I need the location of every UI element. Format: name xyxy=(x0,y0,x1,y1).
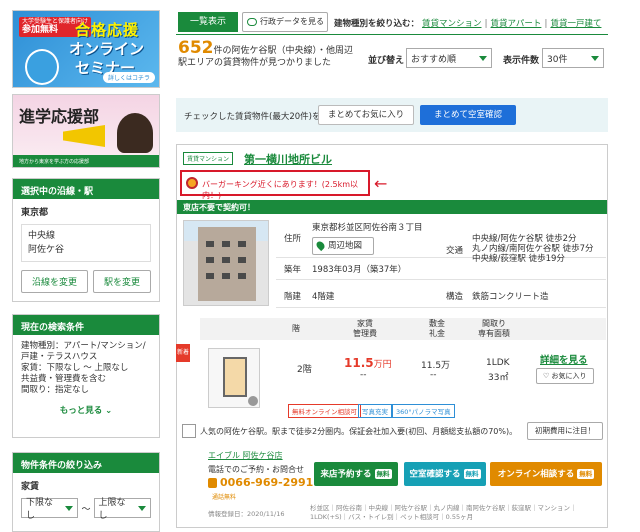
unit-layout: 1LDK xyxy=(486,358,510,368)
banner-line2: オンライン xyxy=(69,40,145,58)
detail-link[interactable]: 詳細を見る xyxy=(540,352,588,366)
heart-icon: ♡ xyxy=(543,372,550,380)
show-more-button[interactable]: もっと見る ⌄ xyxy=(21,406,151,417)
online-seminar-banner[interactable]: 大学受験生と保護者向け 参加無料 合格応援 オンライン セミナー 詳しくはコチラ xyxy=(12,10,160,88)
unit-area: 33㎡ xyxy=(488,373,509,383)
sort-select[interactable]: おすすめ順 xyxy=(406,48,492,68)
property-checkbox[interactable] xyxy=(182,424,196,438)
zoom-icon xyxy=(248,396,258,406)
result-count: 652件の阿佐ケ谷駅（中央線）・他周辺駅エリアの賃貸物件が見つかりました xyxy=(178,38,354,69)
filter-apartment-link[interactable]: 賃貸アパート xyxy=(491,19,542,29)
shingaku-banner[interactable]: 進学応援部 地方から東京を学ぶ方の応援部 xyxy=(12,94,160,168)
per-page-label: 表示件数 xyxy=(503,56,540,66)
map-button[interactable]: 周辺地図 xyxy=(312,237,374,255)
mascot-image xyxy=(25,49,59,85)
bulk-vacancy-button[interactable]: まとめて空室確認 xyxy=(420,105,516,125)
chip-panorama: 360°パノラマ写真 xyxy=(392,404,455,418)
box-header: 物件条件の絞り込み xyxy=(13,453,159,473)
pref-label: 東京都 xyxy=(21,208,49,218)
chip-online: 無料オンライン相談可 xyxy=(288,404,361,418)
dropdown-icon xyxy=(591,55,599,61)
rent-max-select[interactable]: 上限なし xyxy=(93,498,151,521)
condition-fee: 共益費・管理費を含む xyxy=(21,374,107,384)
box-header: 選択中の沿線・駅 xyxy=(13,179,159,199)
left-arrow-icon: ← xyxy=(374,174,388,193)
filter-house-link[interactable]: 賃貸一戸建て xyxy=(550,19,601,29)
structure: 鉄筋コンクリート造 xyxy=(472,292,549,302)
burger-king-icon xyxy=(186,177,198,189)
dropdown-icon xyxy=(137,505,146,511)
filter-mansion-link[interactable]: 賃貸マンション xyxy=(422,19,482,29)
unit-table-header: 階 家賃 管理費 敷金 礼金 間取り 専有面積 xyxy=(200,318,606,340)
phone-free-note: 通話無料 xyxy=(212,494,237,501)
unit-floor: 2階 xyxy=(297,365,312,375)
tilde: ～ xyxy=(81,504,91,515)
agent-link[interactable]: エイブル 阿佐ケ谷店 xyxy=(208,450,283,461)
bulk-label: チェックした賃貸物件(最大20件)を xyxy=(184,112,321,122)
info-date: 情報登録日：2020/11/16 xyxy=(208,510,285,518)
burger-notice: バーガーキング近くにあります！(2.5km以内！) xyxy=(180,170,370,200)
dropdown-icon xyxy=(65,505,74,511)
tab-gov-data[interactable]: 行政データを見る xyxy=(242,12,328,32)
line-item: 中央線 xyxy=(28,231,56,241)
bulk-favorite-button[interactable]: まとめてお気に入り xyxy=(318,105,414,125)
type-filter: 建物種別を絞り込む： 賃貸マンション | 賃貸アパート | 賃貸一戸建て xyxy=(334,19,602,29)
rent-min-select[interactable]: 下限なし xyxy=(21,498,79,521)
current-conditions-box: 現在の検索条件 建物種別：アパート/マンション/戸建・テラスハウス 家賃：下限な… xyxy=(12,314,160,438)
feature-tags: 杉並区｜阿佐谷南｜中央線｜阿佐ケ谷駅｜丸ノ内線｜南阿佐ケ谷駅｜荻窪駅｜マンション… xyxy=(310,504,577,521)
unit-rent: 11.5万円 xyxy=(344,356,392,370)
chevron-down-icon: ⌄ xyxy=(105,406,113,416)
initial-cost-button[interactable]: 初期費用に注目！ xyxy=(527,422,603,440)
floorplan-image[interactable] xyxy=(208,348,260,408)
address: 東京都杉並区阿佐谷南３丁目 xyxy=(312,223,423,233)
online-consult-button[interactable]: オンライン相談する 無料 xyxy=(490,462,602,486)
station-item: 阿佐ケ谷 xyxy=(28,245,65,255)
banner-caption: 地方から東京を学ぶ方の応援部 xyxy=(13,155,159,167)
banner-details-button[interactable]: 詳しくはコチラ xyxy=(102,72,155,83)
change-station-button[interactable]: 駅を変更 xyxy=(92,270,151,293)
dropdown-icon xyxy=(479,55,487,61)
built-year: 1983年03月（築37年） xyxy=(312,265,407,275)
condition-layout: 間取り：指定なし xyxy=(21,385,90,395)
sort-label: 並び替え xyxy=(368,56,405,66)
property-name-link[interactable]: 第一横川地所ビル xyxy=(244,151,332,167)
vacancy-check-button[interactable]: 空室確認する 無料 xyxy=(404,462,486,486)
banner-line1: 合格応援 xyxy=(75,21,140,39)
chat-icon xyxy=(247,17,257,26)
new-badge: 新着 xyxy=(176,344,190,362)
condition-rent: 家賃：下限なし ～ 上限なし xyxy=(21,363,129,373)
bulk-action-bar: チェックした賃貸物件(最大20件)を まとめてお気に入り まとめて空室確認 xyxy=(176,98,608,132)
condition-type: 建物種別：アパート/マンション/戸建・テラスハウス xyxy=(21,341,146,362)
megaphone-icon xyxy=(63,125,105,147)
phone-icon xyxy=(208,478,217,488)
property-note: 人気の阿佐ケ谷駅。駅まで徒歩2分圏内。保証会社加入要(初回、月額総支払額の70%… xyxy=(200,427,518,436)
building-photo[interactable] xyxy=(183,220,269,306)
contract-banner: 東店不要で契約可！ xyxy=(177,200,607,214)
burger-notice-text: バーガーキング近くにあります！(2.5km以内！) xyxy=(202,180,359,200)
banner-title: 進学応援部 xyxy=(19,107,100,126)
divider xyxy=(176,34,608,35)
rent-label: 家賃 xyxy=(21,482,40,492)
box-header: 現在の検索条件 xyxy=(13,315,159,335)
favorite-button[interactable]: ♡ お気に入り xyxy=(536,368,594,384)
per-page-select[interactable]: 30件 xyxy=(542,48,604,68)
narrow-conditions-box: 物件条件の絞り込み 家賃 下限なし ～ 上限なし xyxy=(12,452,160,532)
selected-line-box: 選択中の沿線・駅 東京都 中央線 阿佐ケ谷 沿線を変更 駅を変更 xyxy=(12,178,160,302)
unit-key-money: -- xyxy=(430,370,437,380)
floors: 4階建 xyxy=(312,292,335,302)
visit-reserve-button[interactable]: 来店予約する 無料 xyxy=(314,462,398,486)
tab-list-view[interactable]: 一覧表示 xyxy=(178,12,238,32)
chip-photos: 写真充実 xyxy=(358,404,392,418)
person-image xyxy=(117,113,153,153)
property-info: 住所 東京都杉並区阿佐谷南３丁目 周辺地図 交通 中央線/阿佐ケ谷駅 徒歩2分丸… xyxy=(276,218,606,310)
phone-number[interactable]: 0066-969-2991 xyxy=(208,476,313,489)
property-type-badge: 賃貸マンション xyxy=(183,152,234,165)
tel-label: 電話でのご予約・お問合せ xyxy=(208,465,304,474)
unit-mgmt: -- xyxy=(360,370,367,380)
pin-icon xyxy=(314,239,327,252)
change-line-button[interactable]: 沿線を変更 xyxy=(21,270,89,293)
